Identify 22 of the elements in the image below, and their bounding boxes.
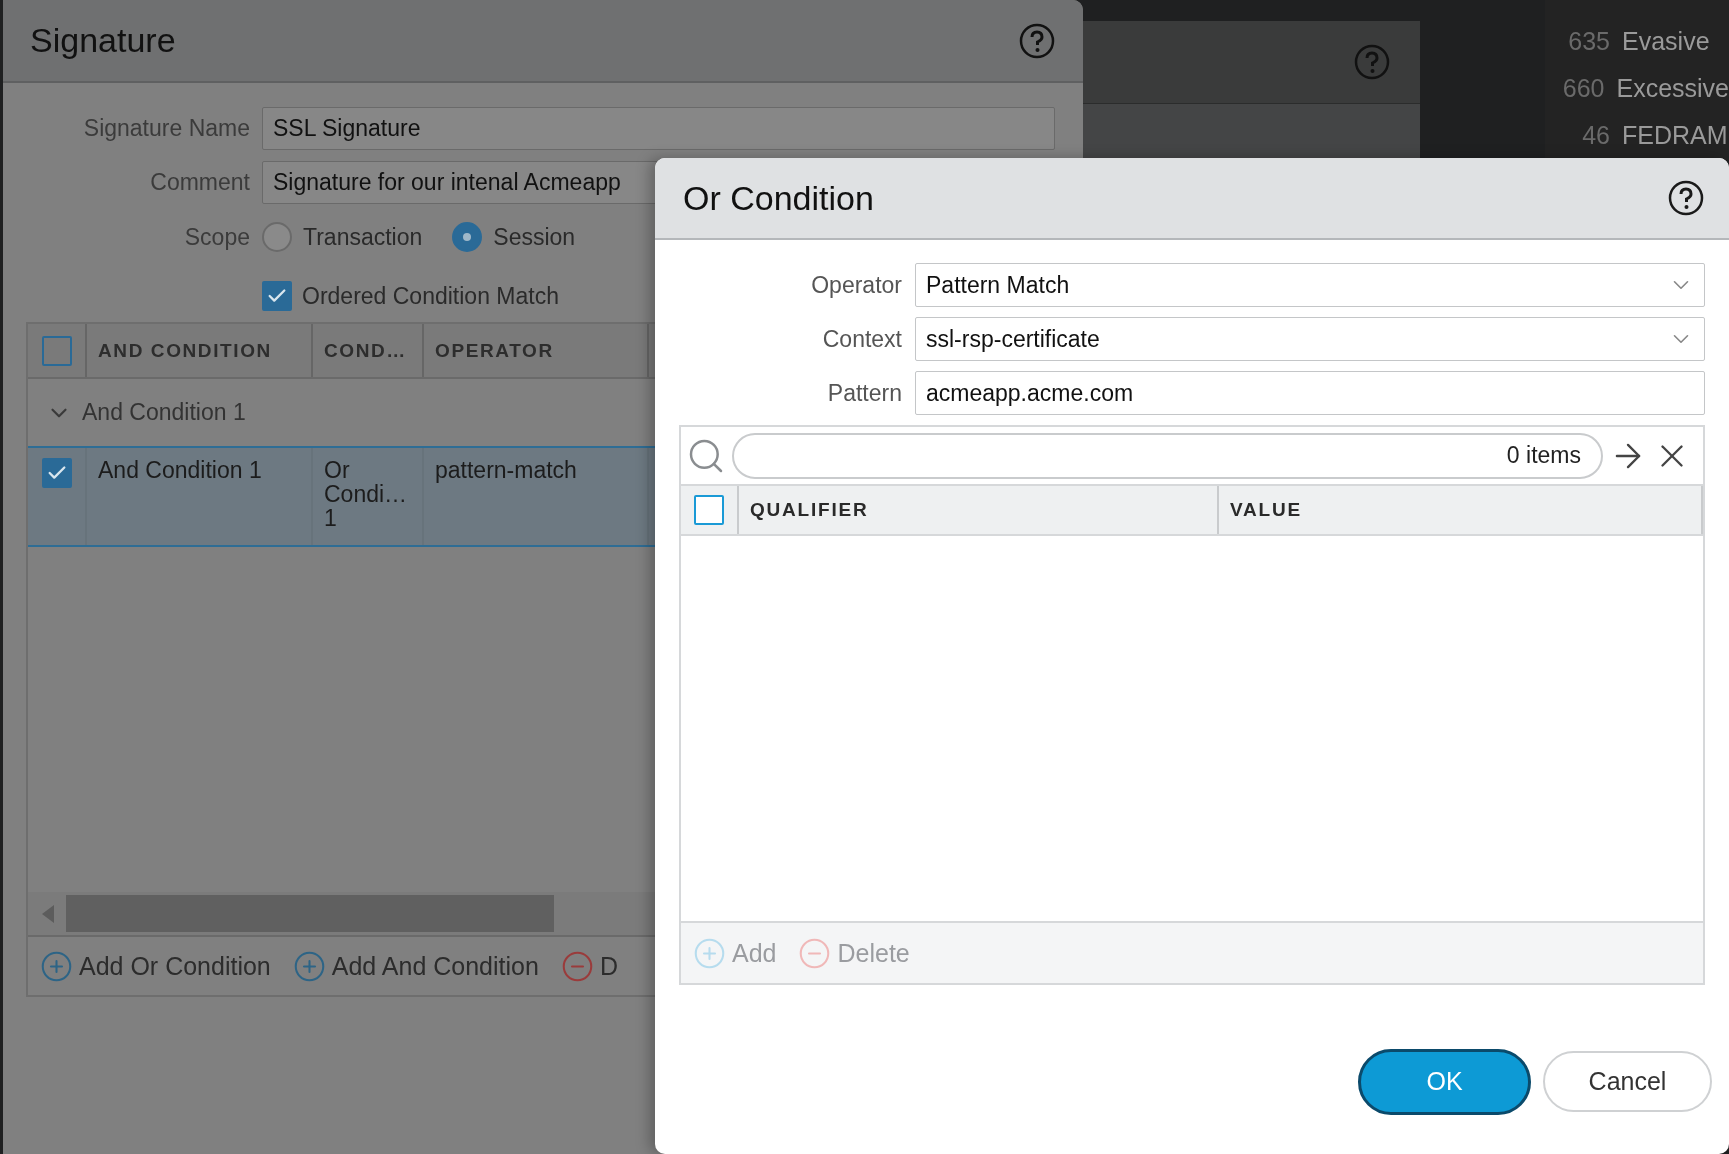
radio-label: Session xyxy=(493,223,576,251)
field-label: Operator xyxy=(810,271,902,299)
list-count: 46 xyxy=(1581,121,1610,150)
list-item-name: Excessive xyxy=(1616,74,1729,103)
field-label: Context xyxy=(821,325,902,353)
field-label: Signature Name xyxy=(82,115,250,142)
item-count: 0 items xyxy=(1506,442,1581,469)
table-cell: pattern-match xyxy=(424,448,649,545)
field-label: Scope xyxy=(183,223,250,251)
dialog-title: Signature xyxy=(30,21,176,60)
list-item-name: Evasive xyxy=(1622,27,1710,56)
list-count: 635 xyxy=(1567,27,1610,56)
radio-label: Transaction xyxy=(303,223,423,251)
checkbox-label: Ordered Condition Match xyxy=(302,282,559,310)
group-label: And Condition 1 xyxy=(82,399,246,426)
field-label: Pattern xyxy=(826,379,902,407)
table-cell: And Condition 1 xyxy=(87,448,313,545)
table-cell: Or Condi… 1 xyxy=(313,448,424,545)
dialog-title: Or Condition xyxy=(683,178,874,218)
field-label: Comment xyxy=(149,169,250,196)
list-count: 660 xyxy=(1561,74,1605,103)
list-item-name: FEDRAM xyxy=(1622,121,1728,150)
